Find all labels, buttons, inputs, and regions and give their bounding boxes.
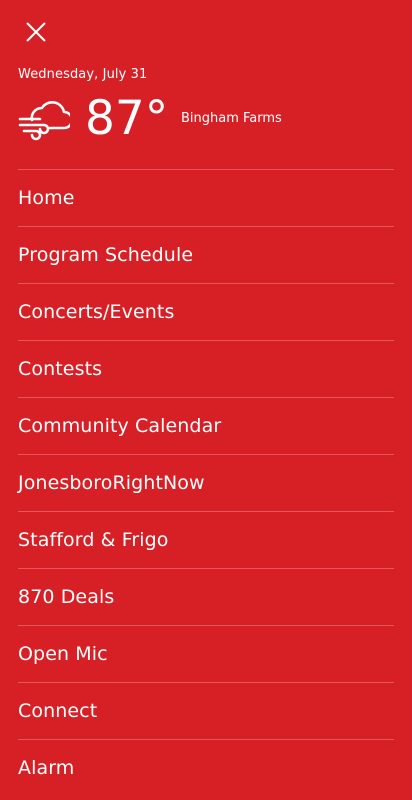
menu-item-label: Home xyxy=(18,187,75,209)
menu-item-label: Contests xyxy=(18,358,103,380)
menu-item-jonesbororightnow[interactable]: JonesboroRightNow xyxy=(18,454,394,511)
close-button[interactable] xyxy=(18,14,54,50)
weather-widget[interactable]: 87° Bingham Farms xyxy=(18,91,398,152)
menu-item-label: Program Schedule xyxy=(18,244,194,266)
menu-item-label: Connect xyxy=(18,700,98,722)
current-date: Wednesday, July 31 xyxy=(18,67,148,82)
close-icon xyxy=(26,22,46,42)
menu-item-label: Open Mic xyxy=(18,643,108,665)
menu-item-label: Community Calendar xyxy=(18,415,222,437)
menu-item-open-mic[interactable]: Open Mic xyxy=(18,625,394,682)
menu-item-community-calendar[interactable]: Community Calendar xyxy=(18,397,394,454)
menu-item-contests[interactable]: Contests xyxy=(18,340,394,397)
menu-item-alarm[interactable]: Alarm xyxy=(18,739,394,796)
menu-item-stafford-frigo[interactable]: Stafford & Frigo xyxy=(18,511,394,568)
temperature: 87° xyxy=(85,91,169,146)
wind-cloud-icon xyxy=(18,101,70,141)
menu-item-program-schedule[interactable]: Program Schedule xyxy=(18,226,394,283)
menu-item-870-deals[interactable]: 870 Deals xyxy=(18,568,394,625)
menu-item-home[interactable]: Home xyxy=(18,169,394,226)
menu-item-label: Stafford & Frigo xyxy=(18,529,169,551)
menu-item-label: Concerts/Events xyxy=(18,301,175,323)
menu-item-label: JonesboroRightNow xyxy=(18,472,205,494)
menu-item-concerts-events[interactable]: Concerts/Events xyxy=(18,283,394,340)
location-name: Bingham Farms xyxy=(181,111,282,126)
menu-list: Home Program Schedule Concerts/Events Co… xyxy=(0,169,412,796)
menu-item-label: 870 Deals xyxy=(18,586,115,608)
navigation-drawer: Wednesday, July 31 87° Bingham Farms Hom… xyxy=(0,0,412,800)
menu-item-label: Alarm xyxy=(18,757,75,779)
menu-item-connect[interactable]: Connect xyxy=(18,682,394,739)
